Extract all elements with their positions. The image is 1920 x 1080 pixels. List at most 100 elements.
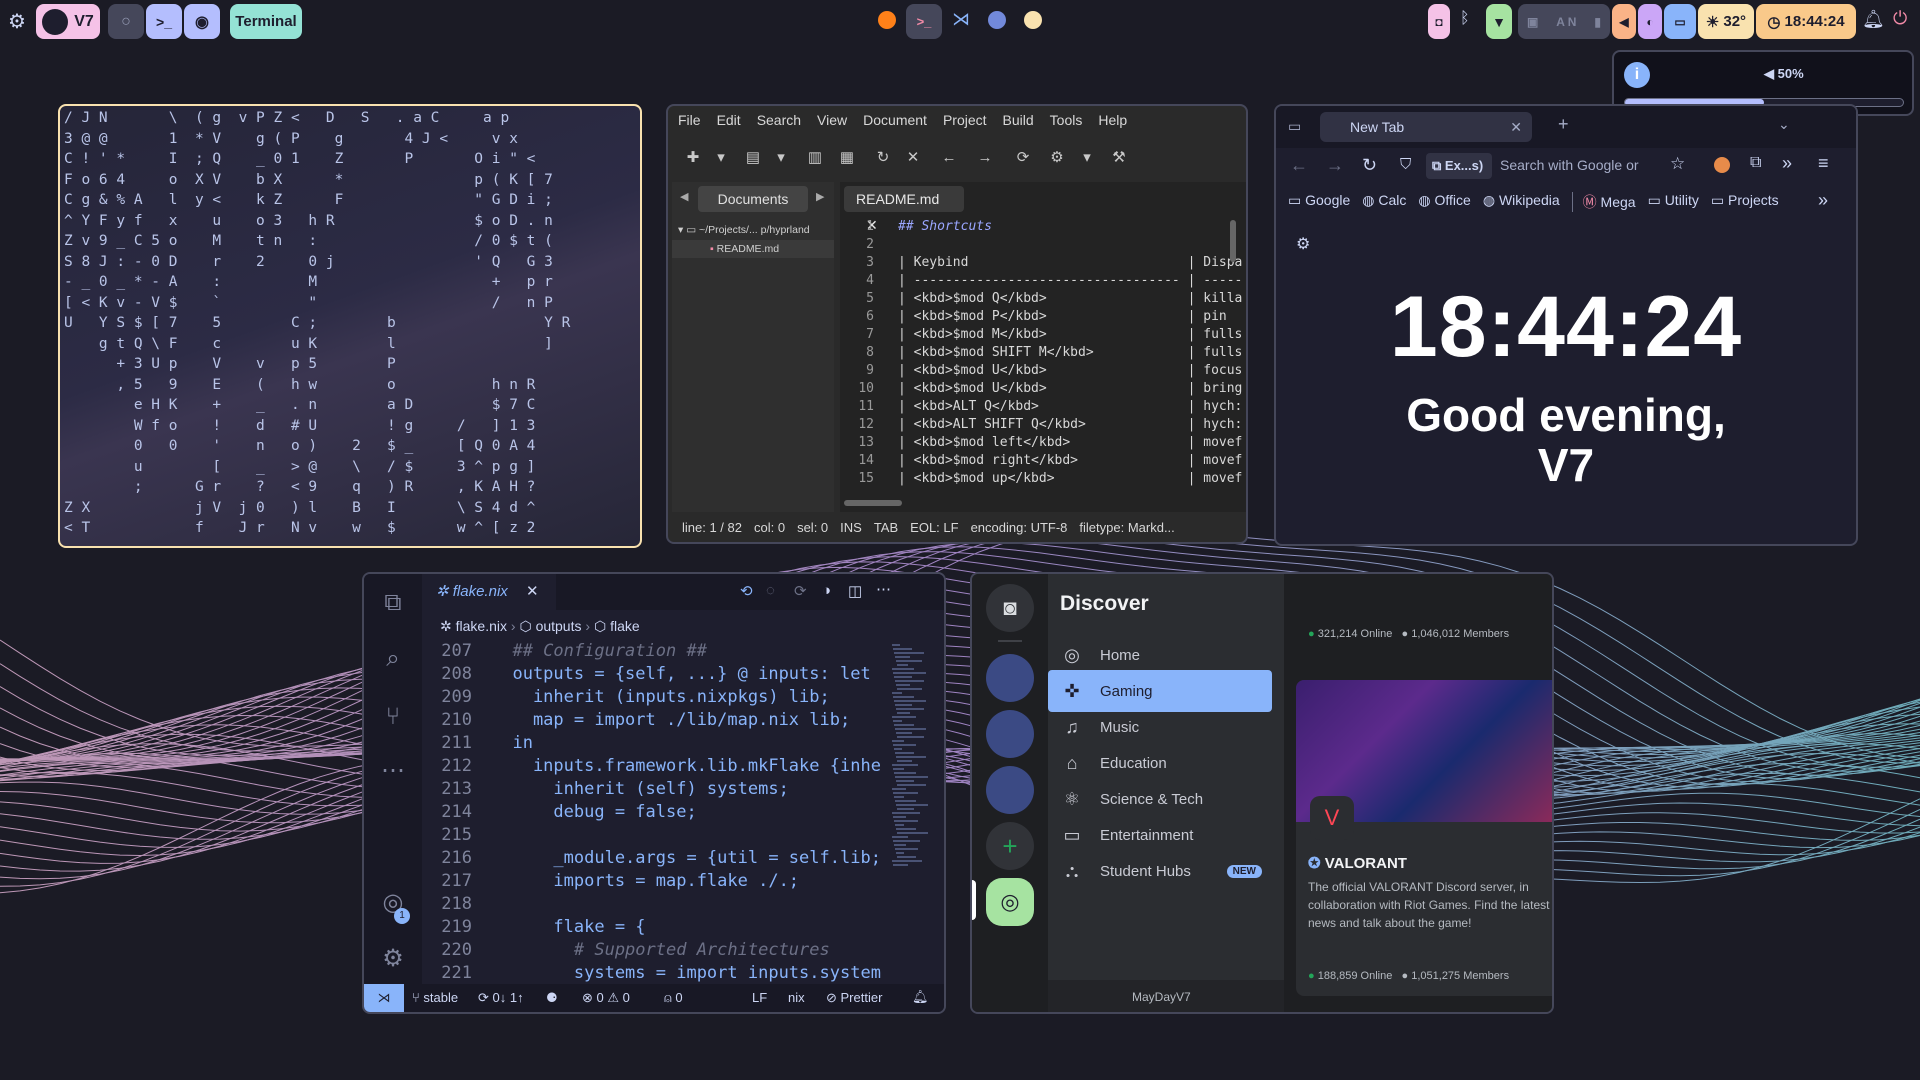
server-icon[interactable]: [986, 654, 1034, 702]
bookmark-item[interactable]: ◍ Wikipedia: [1483, 192, 1560, 212]
bookmarks-overflow-icon[interactable]: »: [1818, 190, 1828, 211]
revert-icon[interactable]: ↻: [872, 147, 894, 169]
gear-icon[interactable]: ⚙: [8, 9, 26, 34]
tab-dropdown-icon[interactable]: ⌄: [1778, 116, 1790, 133]
discord-window[interactable]: ◙ + ◎ Discover ◎ Home ✜ Gaming ♫ Music ⌂ Educat…: [970, 572, 1554, 1014]
more-icon[interactable]: ⋯: [378, 756, 408, 786]
manage-gear-icon[interactable]: ⚙: [378, 944, 408, 974]
bluetooth-icon[interactable]: ᛒ: [1460, 10, 1470, 28]
active-window-pill[interactable]: Terminal: [230, 4, 302, 39]
explore-compass-icon[interactable]: ◎: [986, 878, 1034, 926]
circle-icon[interactable]: ◌: [766, 582, 775, 599]
discord-home-icon[interactable]: ◙: [986, 584, 1034, 632]
vertical-scrollbar[interactable]: [1230, 220, 1236, 262]
puzzle-icon[interactable]: ⧉: [1750, 154, 1761, 172]
breadcrumb-flake[interactable]: flake: [610, 618, 640, 634]
discord-tray-icon[interactable]: ◘: [1428, 4, 1450, 39]
forward-icon[interactable]: →: [1326, 155, 1344, 176]
menu-search[interactable]: Search: [757, 112, 801, 128]
terminal-window[interactable]: / J N \ ( g v P Z < D S . a C a p 3 @ @ 1…: [58, 104, 642, 548]
bookmark-item[interactable]: ◍ Office: [1418, 192, 1470, 212]
split-editor-icon[interactable]: ◫: [848, 582, 862, 600]
page-settings-icon[interactable]: ⚙: [1296, 234, 1310, 254]
volume-icon[interactable]: ◀: [1612, 4, 1636, 39]
server-icon[interactable]: [986, 766, 1034, 814]
breadcrumb-file[interactable]: flake.nix: [456, 618, 507, 634]
bell-icon[interactable]: 🔔︎: [1862, 9, 1885, 30]
reload-icon[interactable]: ↻: [1362, 155, 1377, 176]
circle-icon[interactable]: ○: [108, 4, 144, 39]
doc-tab[interactable]: README.md ✕: [844, 186, 964, 233]
dropdown-icon[interactable]: ▾: [770, 147, 792, 169]
browser-tab[interactable]: New Tab ✕: [1320, 112, 1532, 142]
tab-scroll-left-icon[interactable]: ◀: [680, 190, 688, 203]
bookmark-item[interactable]: Ⓜ Mega: [1583, 192, 1636, 212]
overflow-icon[interactable]: »: [1782, 153, 1792, 174]
new-tab-icon[interactable]: +: [1558, 114, 1569, 135]
preview-icon[interactable]: ◑: [822, 582, 831, 599]
language-indicator[interactable]: nix: [788, 990, 805, 1005]
tree-file[interactable]: ▪ README.md: [672, 240, 834, 258]
server-icon[interactable]: [986, 710, 1034, 758]
terminal-taskbar-icon[interactable]: >_: [906, 4, 942, 39]
search-icon[interactable]: ⌕: [378, 644, 408, 674]
menu-view[interactable]: View: [817, 112, 847, 128]
back-icon[interactable]: ←: [938, 147, 960, 169]
wifi-icon[interactable]: ▼: [1486, 4, 1512, 39]
branch-indicator[interactable]: ⑂ stable: [412, 990, 458, 1005]
geany-window[interactable]: File Edit Search View Document Project B…: [666, 104, 1248, 544]
more-actions-icon[interactable]: ⋯: [876, 580, 891, 598]
hamburger-menu-icon[interactable]: ≡: [1818, 153, 1829, 174]
menu-tools[interactable]: Tools: [1050, 112, 1083, 128]
open-file-icon[interactable]: ▤: [742, 147, 764, 169]
geany-editor[interactable]: README.md ✕ 1 ## Shortcuts 2 3 | Keybind | D…: [840, 182, 1246, 512]
tab-list-icon[interactable]: ▭: [1288, 118, 1301, 135]
prettier-indicator[interactable]: ⊘ Prettier: [826, 990, 882, 1006]
close-tab-icon[interactable]: ✕: [526, 574, 539, 610]
extension-chip[interactable]: ⧉ Ex...s): [1426, 153, 1492, 179]
code-editor[interactable]: 207 ## Configuration ## 208 outputs = {se…: [422, 640, 886, 984]
go-forward-icon[interactable]: ⟳: [794, 582, 807, 600]
workspace-pill[interactable]: V7: [36, 4, 100, 39]
power-icon[interactable]: ⏻: [1893, 8, 1907, 29]
sync-indicator[interactable]: ⟳ 0↓ 1↑: [478, 990, 524, 1006]
bookmark-item[interactable]: ▭ Google: [1288, 192, 1350, 212]
star-icon[interactable]: ☆: [1670, 154, 1685, 174]
extension-icon[interactable]: [1714, 157, 1730, 173]
refresh-icon[interactable]: ⟳: [1012, 147, 1034, 169]
close-tab-icon[interactable]: ✕: [1510, 112, 1522, 142]
theme-toggle-icon[interactable]: ◐: [1638, 4, 1662, 39]
close-icon[interactable]: ✕: [902, 147, 924, 169]
valorant-card[interactable]: V ✪ VALORANT The official VALORANT Disco…: [1296, 680, 1552, 996]
new-file-icon[interactable]: ✚: [682, 147, 704, 169]
problems-indicator[interactable]: ⊗ 0 ⚠ 0: [582, 990, 630, 1006]
globe-icon[interactable]: ◉: [184, 4, 220, 39]
bookmark-item[interactable]: ▭ Utility: [1648, 192, 1699, 212]
discover-nav-item[interactable]: ⛬ Student Hubs NEW: [1048, 850, 1272, 892]
dropdown-icon[interactable]: ▾: [1076, 147, 1098, 169]
vscode-icon[interactable]: ⋊: [952, 9, 970, 30]
save-all-icon[interactable]: ▦: [836, 147, 858, 169]
horizontal-scrollbar[interactable]: [844, 500, 902, 506]
settings-icon[interactable]: ⚙: [1046, 147, 1068, 169]
tab-documents[interactable]: Documents: [698, 186, 808, 212]
tree-folder[interactable]: ▾ ▭ ~/Projects/... p/hyprland: [678, 224, 810, 236]
menu-help[interactable]: Help: [1098, 112, 1127, 128]
minimap[interactable]: [892, 642, 928, 982]
editor-tab[interactable]: ✲ flake.nix ✕: [422, 574, 556, 610]
go-back-icon[interactable]: ⟲: [740, 582, 753, 600]
breadcrumb-outputs[interactable]: outputs: [536, 618, 582, 634]
bookmark-item[interactable]: ◍ Calc: [1362, 192, 1406, 212]
menu-document[interactable]: Document: [863, 112, 927, 128]
back-icon[interactable]: ←: [1290, 155, 1308, 176]
weather-widget[interactable]: ☀ 32°: [1698, 4, 1754, 39]
dropdown-icon[interactable]: ▾: [710, 147, 732, 169]
menu-build[interactable]: Build: [1003, 112, 1034, 128]
tab-scroll-right-icon[interactable]: ▶: [816, 190, 824, 203]
remote-icon[interactable]: ⋊: [364, 984, 404, 1012]
menu-project[interactable]: Project: [943, 112, 987, 128]
build-icon[interactable]: ⚒: [1108, 147, 1130, 169]
clock-widget[interactable]: ◷ 18:44:24: [1756, 4, 1856, 39]
notifications-bell-icon[interactable]: 🔔︎: [912, 989, 929, 1005]
files-icon[interactable]: ⧉: [378, 588, 408, 618]
